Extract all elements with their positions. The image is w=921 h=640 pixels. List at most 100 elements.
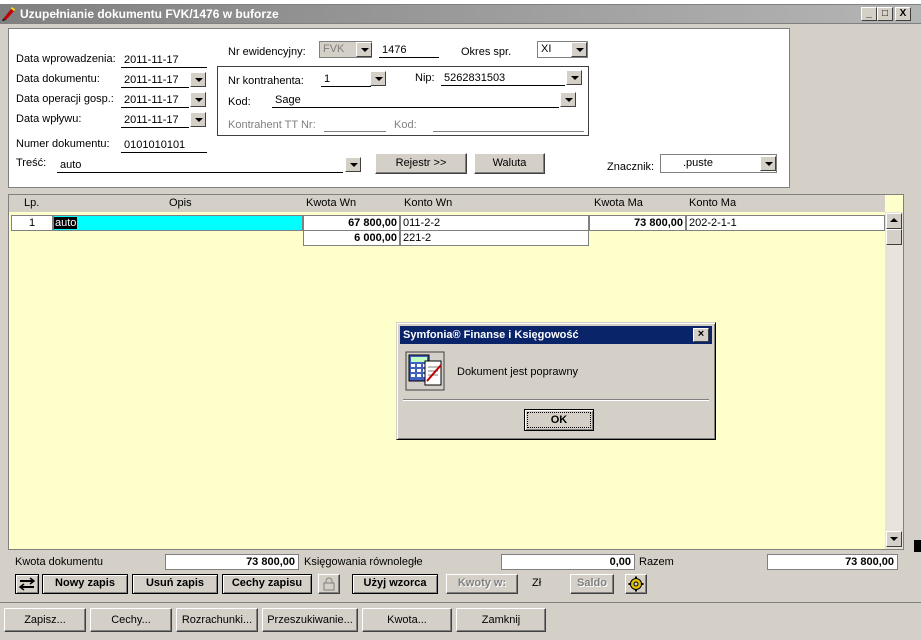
przeszukiwanie-button[interactable]: Przeszukiwanie... <box>262 608 358 632</box>
col-konto-ma: Konto Ma <box>689 197 737 209</box>
nr-kontrahenta-dropdown[interactable] <box>370 71 386 86</box>
row1-kwota-wn[interactable]: 67 800,00 <box>303 215 400 231</box>
numer-dokumentu-label: Numer dokumentu: <box>16 138 110 150</box>
zamknij-button[interactable]: Zamknij <box>456 608 546 632</box>
gear-icon <box>628 576 644 592</box>
nr-kontrahenta-field[interactable]: 1 <box>321 72 371 87</box>
znacznik-dropdown[interactable] <box>760 156 776 171</box>
row1-lp[interactable]: 1 <box>11 215 53 231</box>
scroll-down-icon[interactable] <box>886 531 902 547</box>
dialog-ok-button[interactable]: OK <box>524 409 594 431</box>
razem-field: 73 800,00 <box>767 554 898 570</box>
cechy-button[interactable]: Cechy... <box>90 608 172 632</box>
kod-field[interactable]: Sage <box>272 93 559 108</box>
rejestr-button[interactable]: Rejestr >> <box>375 153 467 174</box>
right-edge-marker <box>914 540 921 552</box>
titlebar-divider <box>0 23 921 24</box>
toggle-view-button[interactable] <box>15 574 39 594</box>
kod-dropdown[interactable] <box>560 92 576 107</box>
data-wprowadzenia-label: Data wprowadzenia: <box>16 53 116 65</box>
waluta-button[interactable]: Waluta <box>474 153 545 174</box>
dialog-message: Dokument jest poprawny <box>457 366 579 378</box>
znacznik-value: .puste <box>683 157 713 169</box>
row1-opis-text: auto <box>54 217 78 229</box>
tresc-label: Treść: <box>16 157 47 169</box>
data-operacji-field[interactable]: 2011-11-17 <box>121 93 189 108</box>
nip-dropdown[interactable] <box>566 70 582 85</box>
nowy-zapis-button[interactable]: Nowy zapis <box>42 574 128 594</box>
kod-label: Kod: <box>228 96 251 108</box>
nip-label: Nip: <box>415 72 435 84</box>
arrows-icon <box>18 577 36 591</box>
data-wplywu-dropdown[interactable] <box>190 112 206 127</box>
cechy-zapisu-button[interactable]: Cechy zapisu <box>222 574 312 594</box>
col-kwota-ma: Kwota Ma <box>594 197 643 209</box>
scroll-thumb[interactable] <box>886 229 902 245</box>
lock-button <box>318 574 340 594</box>
okres-label: Okres spr. <box>461 46 512 58</box>
data-dokumentu-field[interactable]: 2011-11-17 <box>121 73 189 88</box>
currency-label: Zł <box>532 577 542 589</box>
data-wprowadzenia-value: 2011-11-17 <box>121 53 207 68</box>
data-wplywu-field[interactable]: 2011-11-17 <box>121 113 189 128</box>
lock-icon <box>323 577 335 591</box>
calculator-icon <box>405 351 445 391</box>
col-kwota-wn: Kwota Wn <box>306 197 357 209</box>
data-dokumentu-dropdown[interactable] <box>190 72 206 87</box>
data-wplywu-label: Data wpływu: <box>16 113 82 125</box>
grid-vertical-scrollbar[interactable] <box>885 212 903 549</box>
row1-opis[interactable]: auto <box>53 215 303 231</box>
kontrahent-tt-field <box>324 117 386 132</box>
row2-kwota-wn[interactable]: 6 000,00 <box>303 230 400 246</box>
kwoty-w-button: Kwoty w: <box>446 574 518 594</box>
numer-dokumentu-field[interactable]: 0101010101 <box>121 138 207 153</box>
settings-button[interactable] <box>625 574 647 594</box>
nr-ewidencyjny-field[interactable]: 1476 <box>379 43 439 58</box>
tresc-field[interactable]: auto <box>57 158 343 173</box>
row1-kwota-ma[interactable]: 73 800,00 <box>589 215 686 231</box>
ksiegowania-field: 0,00 <box>501 554 635 570</box>
nr-ewidencyjny-prefix: FVK <box>323 43 345 55</box>
ksiegowania-label: Księgowania równoległe <box>304 556 423 568</box>
row1-konto-ma[interactable]: 202-2-1-1 <box>686 215 885 231</box>
row1-konto-wn[interactable]: 011-2-2 <box>400 215 589 231</box>
uzyj-wzorca-button[interactable]: Użyj wzorca <box>352 574 438 594</box>
nr-kontrahenta-label: Nr kontrahenta: <box>228 75 304 87</box>
window-titlebar: Uzupełnianie dokumentu FVK/1476 w buforz… <box>0 5 921 23</box>
kwota-dokumentu-label: Kwota dokumentu <box>15 556 104 568</box>
scroll-up-icon[interactable] <box>886 213 902 229</box>
nr-ewidencyjny-label: Nr ewidencyjny: <box>228 46 306 58</box>
maximize-button[interactable]: □ <box>877 7 893 21</box>
dialog-divider <box>403 399 709 401</box>
okres-dropdown[interactable] <box>571 42 587 57</box>
col-opis: Opis <box>169 197 192 209</box>
close-button[interactable]: X <box>895 7 911 21</box>
saldo-button: Saldo <box>570 574 614 594</box>
message-dialog: Symfonia® Finanse i Księgowość × Dokumen… <box>396 322 716 440</box>
dialog-close-button[interactable]: × <box>693 328 709 342</box>
zapisz-button[interactable]: Zapisz... <box>4 608 86 632</box>
data-operacji-label: Data operacji gosp.: <box>16 93 114 105</box>
okres-value: XI <box>541 43 552 55</box>
document-edit-icon <box>2 7 16 21</box>
kontrahent-tt-label: Kontrahent TT Nr: <box>228 119 316 131</box>
col-lp: Lp. <box>24 197 40 209</box>
bottom-separator <box>0 602 921 603</box>
znacznik-label: Znacznik: <box>607 161 655 173</box>
nip-field[interactable]: 5262831503 <box>441 71 565 86</box>
grid-header: Lp. Opis Kwota Wn Konto Wn Kwota Ma Kont… <box>9 195 885 212</box>
window-title: Uzupełnianie dokumentu FVK/1476 w buforz… <box>20 7 279 21</box>
razem-label: Razem <box>639 556 674 568</box>
dialog-titlebar: Symfonia® Finanse i Księgowość × <box>400 326 712 344</box>
tresc-dropdown[interactable] <box>345 157 361 172</box>
kod2-label: Kod: <box>394 119 417 131</box>
col-konto-wn: Konto Wn <box>404 197 453 209</box>
minimize-button[interactable]: _ <box>861 7 877 21</box>
data-operacji-dropdown[interactable] <box>190 92 206 107</box>
row2-konto-wn[interactable]: 221-2 <box>400 230 589 246</box>
rozrachunki-button[interactable]: Rozrachunki... <box>176 608 258 632</box>
kwota-button[interactable]: Kwota... <box>362 608 452 632</box>
usun-zapis-button[interactable]: Usuń zapis <box>132 574 218 594</box>
kwota-dokumentu-field: 73 800,00 <box>165 554 299 570</box>
data-dokumentu-label: Data dokumentu: <box>16 73 100 85</box>
